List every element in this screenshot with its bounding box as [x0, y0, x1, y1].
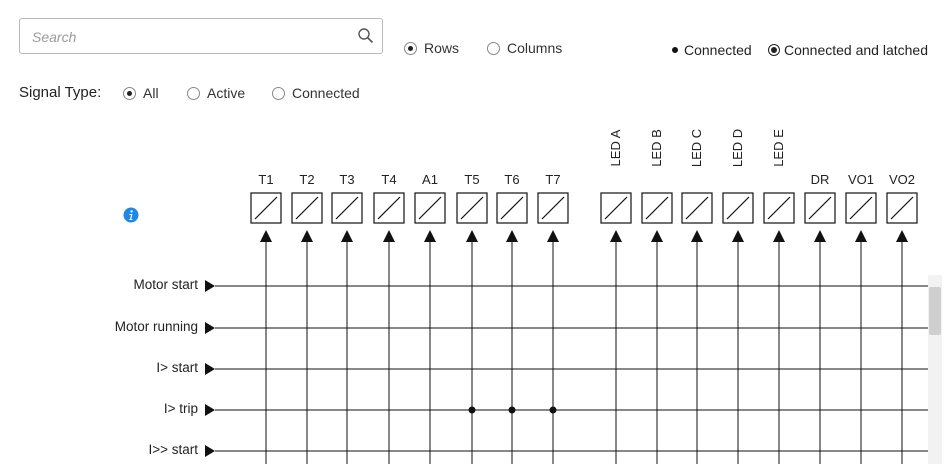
scrollbar-thumb[interactable]	[929, 287, 941, 335]
connection-dot[interactable]	[549, 406, 557, 414]
row-arrow-icon	[205, 322, 215, 334]
connection-dot[interactable]	[508, 406, 516, 414]
row-arrow-icon	[205, 363, 215, 375]
matrix-grid	[205, 192, 928, 464]
connection-dot[interactable]	[468, 406, 476, 414]
row-arrow-icon	[205, 404, 215, 416]
row-arrow-icon	[205, 445, 215, 457]
row-arrow-icon	[205, 280, 215, 292]
